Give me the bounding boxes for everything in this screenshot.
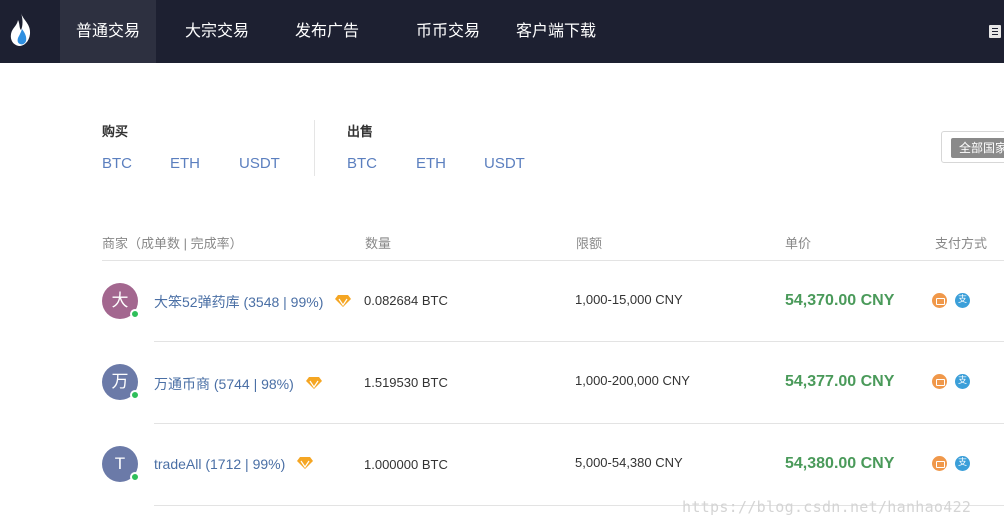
merchant-link[interactable]: 万通币商 (5744 | 98%) bbox=[154, 374, 322, 394]
price-value: 54,377.00 CNY bbox=[785, 373, 895, 390]
merchant-name[interactable]: 万通币商 (5744 | 98%) bbox=[154, 376, 294, 392]
diamond-badge-icon bbox=[297, 457, 314, 470]
limit-value: 5,000-54,380 CNY bbox=[575, 455, 683, 470]
amount-value: 1.519530 BTC bbox=[364, 375, 448, 390]
merchant-link[interactable]: 大笨52弹药库 (3548 | 99%) bbox=[154, 292, 352, 312]
nav-tab-post-ad[interactable]: 发布广告 bbox=[282, 0, 372, 63]
nav-tab-coin-trade[interactable]: 币币交易 bbox=[403, 0, 493, 63]
sell-usdt-link[interactable]: USDT bbox=[484, 155, 525, 172]
alipay-icon bbox=[955, 374, 970, 389]
header-limit: 限额 bbox=[576, 236, 603, 251]
header-merchant: 商家（成单数 | 完成率） bbox=[102, 236, 243, 251]
country-filter-tag[interactable]: 全部国家 bbox=[951, 138, 1004, 158]
bank-card-icon bbox=[932, 456, 947, 471]
header-payment: 支付方式 bbox=[935, 236, 988, 251]
merchant-name[interactable]: tradeAll (1712 | 99%) bbox=[154, 456, 285, 472]
table-row[interactable]: 万 万通币商 (5744 | 98%) 1.519530 BTC 1,000-2… bbox=[0, 342, 1004, 424]
bank-card-icon bbox=[932, 374, 947, 389]
alipay-icon bbox=[955, 456, 970, 471]
merchant-name[interactable]: 大笨52弹药库 (3548 | 99%) bbox=[154, 294, 323, 310]
buy-sell-divider bbox=[314, 120, 315, 176]
table-row[interactable]: 大 大笨52弹药库 (3548 | 99%) 0.082684 BTC 1,00… bbox=[0, 261, 1004, 343]
bank-card-icon bbox=[932, 293, 947, 308]
nav-tab-client-download[interactable]: 客户端下载 bbox=[508, 0, 604, 63]
limit-value: 1,000-200,000 CNY bbox=[575, 373, 690, 388]
top-navigation: 普通交易 大宗交易 发布广告 币币交易 客户端下载 bbox=[0, 0, 1004, 63]
online-status-dot bbox=[130, 472, 140, 482]
diamond-badge-icon bbox=[335, 295, 352, 308]
buy-eth-link[interactable]: ETH bbox=[170, 155, 200, 172]
price-value: 54,370.00 CNY bbox=[785, 292, 895, 309]
amount-value: 0.082684 BTC bbox=[364, 293, 448, 308]
nav-tab-normal-trade[interactable]: 普通交易 bbox=[60, 0, 156, 63]
sell-btc-link[interactable]: BTC bbox=[347, 155, 377, 172]
nav-tab-bulk-trade[interactable]: 大宗交易 bbox=[172, 0, 262, 63]
header-amount: 数量 bbox=[365, 236, 392, 251]
buy-btc-link[interactable]: BTC bbox=[102, 155, 132, 172]
buy-section-title: 购买 bbox=[102, 124, 129, 139]
online-status-dot bbox=[130, 390, 140, 400]
merchant-link[interactable]: tradeAll (1712 | 99%) bbox=[154, 456, 314, 472]
avatar[interactable]: 大 bbox=[102, 283, 140, 319]
diamond-badge-icon bbox=[305, 377, 322, 390]
table-row[interactable]: T tradeAll (1712 | 99%) 1.000000 BTC 5,0… bbox=[0, 424, 1004, 506]
amount-value: 1.000000 BTC bbox=[364, 457, 448, 472]
buy-usdt-link[interactable]: USDT bbox=[239, 155, 280, 172]
country-filter-select[interactable]: 全部国家 bbox=[941, 131, 1004, 163]
header-price: 单价 bbox=[785, 236, 812, 251]
avatar[interactable]: 万 bbox=[102, 364, 140, 400]
price-value: 54,380.00 CNY bbox=[785, 455, 895, 472]
sell-section-title: 出售 bbox=[347, 124, 374, 139]
alipay-icon bbox=[955, 293, 970, 308]
menu-icon[interactable] bbox=[989, 25, 1001, 38]
limit-value: 1,000-15,000 CNY bbox=[575, 292, 683, 307]
watermark: https://blog.csdn.net/hanhao422 bbox=[682, 498, 972, 516]
flame-logo-icon[interactable] bbox=[7, 12, 35, 48]
sell-eth-link[interactable]: ETH bbox=[416, 155, 446, 172]
online-status-dot bbox=[130, 309, 140, 319]
avatar[interactable]: T bbox=[102, 446, 140, 482]
